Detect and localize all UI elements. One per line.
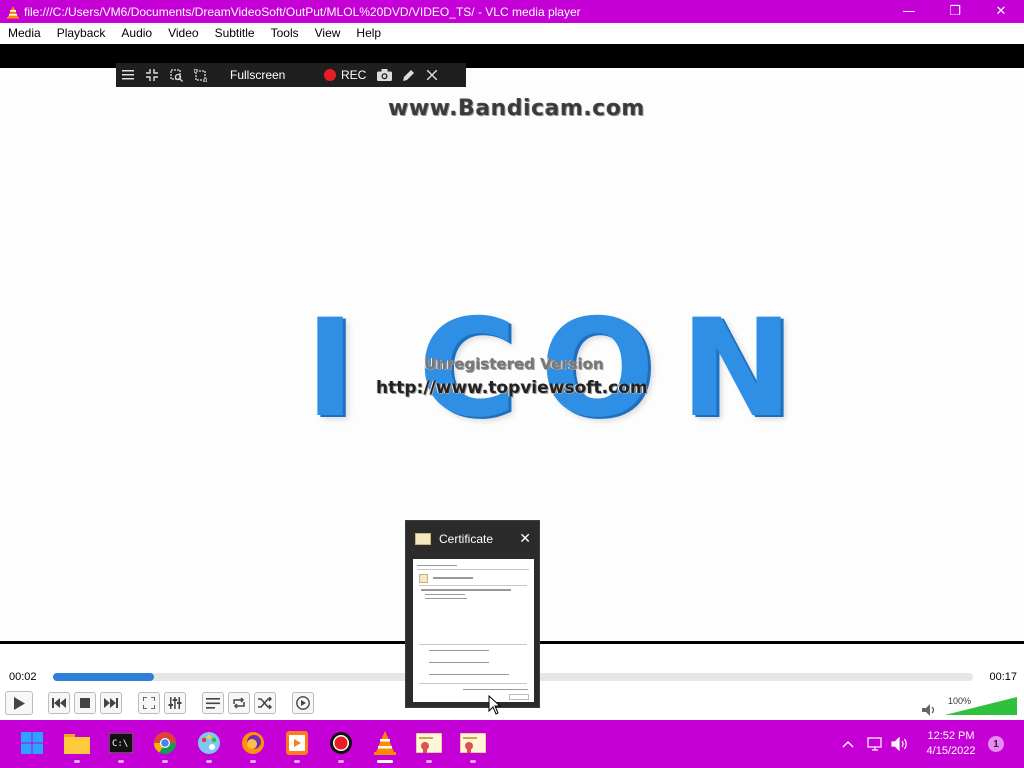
equalizer-icon (168, 697, 182, 709)
clock-time: 12:52 PM (927, 730, 975, 742)
taskbar-chrome[interactable] (150, 728, 180, 763)
start-button[interactable] (17, 728, 47, 758)
menu-subtitle[interactable]: Subtitle (207, 23, 263, 44)
video-letter: N (680, 290, 793, 447)
certificate-preview (413, 559, 534, 702)
window-title: file:///C:/Users/VM6/Documents/DreamVide… (24, 4, 581, 19)
firefox-icon (242, 732, 264, 754)
select-area-icon[interactable] (164, 63, 188, 87)
clock-date: 4/15/2022 (926, 745, 976, 757)
close-window-button[interactable]: ✕ (978, 0, 1024, 23)
menu-media[interactable]: Media (0, 23, 49, 44)
taskbar-file-explorer[interactable] (62, 728, 92, 763)
next-button[interactable] (100, 692, 122, 714)
close-icon[interactable]: ✕ (519, 531, 531, 547)
taskbar-paint[interactable] (194, 728, 224, 763)
system-clock[interactable]: 12:52 PM 4/15/2022 (918, 729, 984, 759)
taskbar-video-editor[interactable] (282, 728, 312, 763)
play-button[interactable] (5, 691, 33, 715)
menu-help[interactable]: Help (348, 23, 389, 44)
taskbar: C:\ 12:52 PM 4/15/2022 1 (0, 720, 1024, 768)
network-icon[interactable] (865, 734, 885, 754)
menu-audio[interactable]: Audio (113, 23, 160, 44)
url-watermark: http://www.topviewsoft.com (376, 378, 648, 398)
taskbar-bandicam[interactable] (326, 728, 356, 763)
speaker-icon[interactable] (922, 704, 938, 716)
next-icon (104, 698, 118, 708)
pencil-icon[interactable] (396, 63, 420, 87)
total-time: 00:17 (989, 671, 1017, 683)
frame-by-frame-button[interactable] (292, 692, 314, 714)
folder-icon (64, 734, 90, 754)
certificate-icon (416, 733, 442, 753)
record-icon (324, 69, 336, 81)
paint-palette-icon (198, 732, 220, 754)
unregistered-watermark: Unregistered Version (424, 355, 604, 373)
previous-button[interactable] (48, 692, 70, 714)
playlist-icon (206, 697, 220, 709)
previous-icon (52, 698, 66, 708)
menu-video[interactable]: Video (160, 23, 206, 44)
windows-logo-icon (21, 732, 43, 754)
chrome-icon (154, 732, 176, 754)
taskbar-firefox[interactable] (238, 728, 268, 763)
certificate-title: Certificate (439, 532, 494, 546)
volume-slider[interactable] (945, 697, 1017, 715)
shuffle-button[interactable] (254, 692, 276, 714)
vlc-cone-icon (374, 731, 396, 755)
volume-level (945, 697, 1017, 715)
play-icon (14, 696, 25, 710)
bandicam-toolbar: Fullscreen REC (116, 63, 466, 87)
terminal-icon: C:\ (109, 733, 133, 753)
video-letter: I (305, 290, 356, 447)
taskbar-vlc[interactable] (370, 728, 400, 763)
seek-progress (53, 673, 155, 681)
menu-tools[interactable]: Tools (263, 23, 307, 44)
bandicam-watermark: www.Bandicam.com (388, 96, 645, 121)
extended-settings-button[interactable] (164, 692, 186, 714)
rec-button[interactable]: REC (324, 68, 366, 82)
loop-icon (233, 697, 245, 709)
playlist-button[interactable] (202, 692, 224, 714)
certificate-icon (415, 533, 431, 545)
close-icon[interactable] (420, 63, 444, 87)
notification-badge[interactable]: 1 (988, 736, 1004, 752)
shrink-icon[interactable] (140, 63, 164, 87)
resize-icon[interactable] (188, 63, 212, 87)
stop-icon (80, 698, 90, 708)
stop-button[interactable] (74, 692, 96, 714)
frame-icon (296, 696, 310, 710)
taskbar-certificate-2[interactable] (458, 728, 488, 763)
svg-text:C:\: C:\ (112, 739, 128, 749)
loop-button[interactable] (228, 692, 250, 714)
minimize-button[interactable]: — (886, 0, 932, 23)
shuffle-icon (258, 697, 272, 709)
video-editor-icon (286, 731, 308, 755)
taskbar-terminal[interactable]: C:\ (106, 728, 136, 763)
bandicam-record-icon (330, 732, 352, 754)
vlc-cone-icon (7, 5, 19, 19)
taskbar-certificate-1[interactable] (414, 728, 444, 763)
volume-tray-icon[interactable] (890, 734, 910, 754)
menu-view[interactable]: View (307, 23, 349, 44)
fullscreen-label[interactable]: Fullscreen (230, 68, 310, 82)
fullscreen-button[interactable] (138, 692, 160, 714)
menu-playback[interactable]: Playback (49, 23, 114, 44)
certificate-thumbnail[interactable]: Certificate ✕ (405, 520, 540, 708)
menu-bar: Media Playback Audio Video Subtitle Tool… (0, 23, 1024, 44)
title-bar: file:///C:/Users/VM6/Documents/DreamVide… (0, 0, 1024, 23)
menu-icon[interactable] (116, 63, 140, 87)
mouse-cursor-icon (488, 695, 502, 715)
current-time: 00:02 (9, 671, 37, 683)
rec-label: REC (341, 68, 367, 82)
restore-button[interactable]: ❐ (932, 0, 978, 23)
certificate-icon (460, 733, 486, 753)
fullscreen-icon (143, 697, 155, 709)
camera-icon[interactable] (372, 63, 396, 87)
tray-overflow-chevron-icon[interactable] (838, 734, 858, 754)
